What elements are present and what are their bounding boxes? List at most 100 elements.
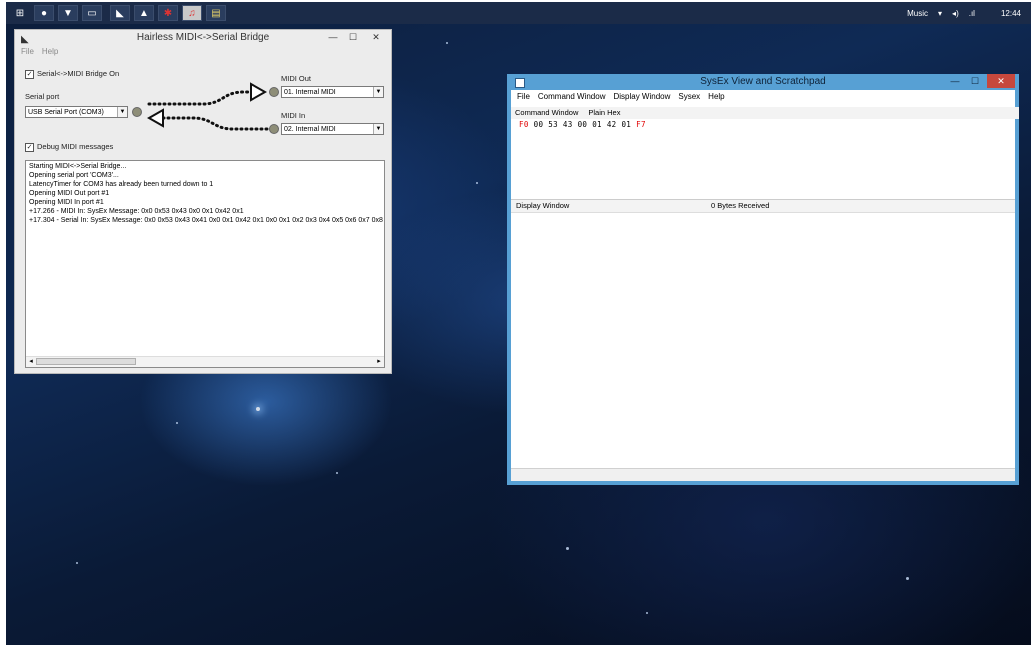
star <box>176 422 178 424</box>
tab-command-window[interactable]: Command Window <box>515 107 578 119</box>
hex-byte: F0 <box>519 120 529 129</box>
log-line: Opening MIDI Out port #1 <box>29 190 110 197</box>
hex-input[interactable]: F0 00 53 43 00 01 42 01 F7 <box>519 120 651 129</box>
midi-in-value: 02. Internal MIDI <box>284 126 336 133</box>
bytes-received: 0 Bytes Received <box>711 201 770 210</box>
clock[interactable]: 12:44 <box>1001 9 1021 18</box>
maximize-button[interactable]: ☐ <box>965 74 985 88</box>
star <box>906 577 909 580</box>
tray-arrow-icon[interactable]: ▾ <box>938 9 942 18</box>
menu-display-window[interactable]: Display Window <box>613 90 670 103</box>
media-icon[interactable]: ▼ <box>58 5 78 21</box>
out-path <box>147 90 255 106</box>
sysex-app-icon <box>515 78 525 88</box>
star <box>256 407 260 411</box>
hex-byte: 00 <box>577 120 588 129</box>
bridge-arrows-diagram <box>146 82 273 131</box>
vlc-icon[interactable]: ▲ <box>134 5 154 21</box>
star <box>566 547 569 550</box>
serial-status-led <box>132 107 142 117</box>
hex-byte: 01 <box>592 120 602 129</box>
chevron-down-icon[interactable]: ▼ <box>373 124 383 134</box>
in-arrow-icon <box>146 108 164 128</box>
serial-port-select[interactable]: USB Serial Port (COM3) ▼ <box>25 106 128 118</box>
display-window-label: Display Window <box>516 201 570 210</box>
volume-icon[interactable]: ◂) <box>952 9 959 18</box>
log-line: Starting MIDI<->Serial Bridge... <box>29 163 127 170</box>
sysex-menubar: File Command Window Display Window Sysex… <box>511 90 1015 103</box>
chevron-down-icon[interactable]: ▼ <box>373 87 383 97</box>
debug-row[interactable]: ✓ Debug MIDI messages <box>25 142 113 152</box>
midi-in-label: MIDI In <box>281 111 306 120</box>
star <box>476 182 478 184</box>
log-line: Opening serial port 'COM3'... <box>29 172 119 179</box>
menu-help[interactable]: Help <box>42 46 58 58</box>
close-button[interactable]: ✕ <box>365 30 387 44</box>
chevron-down-icon[interactable]: ▼ <box>117 107 127 117</box>
scroll-right-icon[interactable]: ▸ <box>375 357 383 367</box>
hairless-app-icon: ◣ <box>21 34 29 45</box>
notes-icon[interactable]: ▤ <box>206 5 226 21</box>
hex-byte: F7 <box>636 120 646 129</box>
window-title: SysEx View and Scratchpad <box>700 76 826 87</box>
log-line: +17.266 - MIDI In: SysEx Message: 0x0 0x… <box>29 208 244 215</box>
midi-in-select[interactable]: 02. Internal MIDI ▼ <box>281 123 384 135</box>
log-line: LatencyTimer for COM3 has already been t… <box>29 181 214 188</box>
firefox-icon[interactable]: ● <box>34 5 54 21</box>
log-output[interactable]: Starting MIDI<->Serial Bridge... Opening… <box>25 160 385 368</box>
display-window-pane[interactable] <box>511 212 1015 468</box>
hex-byte: 01 <box>621 120 632 129</box>
in-path <box>161 116 273 131</box>
folder-icon[interactable]: ▭ <box>82 5 102 21</box>
hex-byte: 00 <box>533 120 544 129</box>
sysex-window: SysEx View and Scratchpad — ☐ ✕ File Com… <box>507 74 1019 485</box>
debug-checkbox[interactable]: ✓ <box>25 142 34 152</box>
debug-label: Debug MIDI messages <box>37 142 114 151</box>
star <box>76 562 78 564</box>
taskbar: ⊞ ● ▼ ▭ ◣ ▲ ✱ ♫ ▤ Music ▾ ◂) .ıl 12:44 <box>6 2 1031 24</box>
hairless-window: ◣ Hairless MIDI<->Serial Bridge — ☐ ✕ Fi… <box>14 29 392 374</box>
minimize-button[interactable]: — <box>945 74 965 88</box>
hairless-titlebar[interactable]: ◣ Hairless MIDI<->Serial Bridge — ☐ ✕ <box>15 30 391 46</box>
midi-out-label: MIDI Out <box>281 74 312 83</box>
menu-help[interactable]: Help <box>708 90 724 103</box>
game-icon[interactable]: ✱ <box>158 5 178 21</box>
display-header: Display Window 0 Bytes Received <box>511 199 1015 212</box>
scroll-thumb[interactable] <box>36 358 136 365</box>
midi-out-value: 01. Internal MIDI <box>284 89 336 96</box>
menu-sysex[interactable]: Sysex <box>678 90 700 103</box>
hex-byte: 53 <box>548 120 558 129</box>
command-tabs: Command Window Plain Hex <box>511 107 1019 119</box>
menu-file[interactable]: File <box>517 90 530 103</box>
midi-in-led <box>269 124 279 134</box>
midi-icon[interactable]: ♫ <box>182 5 202 21</box>
star <box>646 612 648 614</box>
start-icon[interactable]: ⊞ <box>10 5 30 21</box>
log-line: +17.304 - Serial In: SysEx Message: 0x0 … <box>29 217 385 224</box>
bridge-on-label: Serial<->MIDI Bridge On <box>37 69 120 78</box>
hairless-menubar: File Help <box>15 46 391 58</box>
maximize-button[interactable]: ☐ <box>343 30 363 44</box>
midi-out-select[interactable]: 01. Internal MIDI ▼ <box>281 86 384 98</box>
hex-byte: 43 <box>562 120 573 129</box>
command-window-pane: Command Window Plain Hex F0 00 53 43 00 01 42 0… <box>511 103 1019 199</box>
hairless-icon[interactable]: ◣ <box>110 5 130 21</box>
hex-byte: 42 <box>606 120 617 129</box>
sysex-titlebar[interactable]: SysEx View and Scratchpad — ☐ ✕ <box>511 74 1015 90</box>
close-button[interactable]: ✕ <box>987 74 1015 88</box>
minimize-button[interactable]: — <box>323 30 343 44</box>
bridge-on-row[interactable]: ✓ Serial<->MIDI Bridge On <box>25 69 119 79</box>
log-line: Opening MIDI In port #1 <box>29 199 104 206</box>
menu-command-window[interactable]: Command Window <box>538 90 606 103</box>
system-tray: Music ▾ ◂) .ıl 12:44 <box>907 2 1021 24</box>
star <box>446 42 448 44</box>
serial-port-label: Serial port <box>25 92 60 101</box>
signal-icon[interactable]: .ıl <box>969 9 975 18</box>
scroll-left-icon[interactable]: ◂ <box>27 357 35 367</box>
serial-port-value: USB Serial Port (COM3) <box>28 109 104 116</box>
midi-out-led <box>269 87 279 97</box>
music-label[interactable]: Music <box>907 9 928 18</box>
tab-plain-hex[interactable]: Plain Hex <box>588 107 620 119</box>
horizontal-scrollbar[interactable]: ◂ ▸ <box>26 356 384 367</box>
bridge-on-checkbox[interactable]: ✓ <box>25 69 34 79</box>
